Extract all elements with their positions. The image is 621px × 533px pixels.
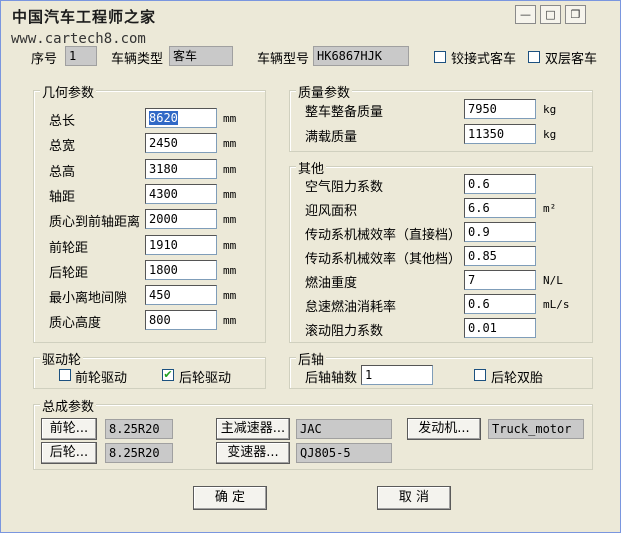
front-drive-label: 前轮驱动 xyxy=(75,371,128,386)
geometry-row-field[interactable]: 8620 xyxy=(145,108,217,128)
articulated-checkbox[interactable] xyxy=(434,51,446,63)
restore-icon[interactable]: ❐ xyxy=(565,5,586,24)
geometry-row-field[interactable]: 2000 xyxy=(145,209,217,230)
geometry-row-unit: mm xyxy=(223,187,237,201)
other-row-label: 传动系机械效率（直接档） xyxy=(305,228,462,243)
geometry-row-unit: mm xyxy=(223,289,237,303)
engine-field[interactable]: Truck_motor xyxy=(488,419,584,439)
assembly-title: 总成参数 xyxy=(40,396,97,415)
geometry-row-unit: mm xyxy=(223,238,237,252)
mass-row-field[interactable]: 7950 xyxy=(464,99,536,119)
mass-row-label: 满载质量 xyxy=(305,130,358,145)
other-row-field[interactable]: 0.85 xyxy=(464,246,536,266)
geometry-row-label: 后轮距 xyxy=(49,265,89,281)
ok-button[interactable]: 确 定 xyxy=(193,486,267,510)
geometry-row-field[interactable]: 1910 xyxy=(145,234,217,255)
final-drive-field[interactable]: JAC xyxy=(296,419,392,439)
model-label: 车辆型号 xyxy=(257,52,310,67)
front-wheel-field[interactable]: 8.25R20 xyxy=(105,419,173,439)
geometry-row-label: 轴距 xyxy=(49,189,76,205)
dual-tire-checkbox[interactable] xyxy=(474,369,486,381)
rear-wheel-button[interactable]: 后轮... xyxy=(41,442,97,464)
selected-text: 8620 xyxy=(149,111,178,125)
cancel-button[interactable]: 取 消 xyxy=(377,486,451,510)
geometry-row-unit: mm xyxy=(223,112,237,125)
other-row-unit: N/L xyxy=(543,274,563,287)
rear-axle-title: 后轴 xyxy=(296,349,327,368)
other-row-label: 空气阻力系数 xyxy=(305,180,384,195)
window-title: 中国汽车工程师之家 xyxy=(12,8,157,26)
articulated-label: 铰接式客车 xyxy=(451,52,517,67)
front-drive-checkbox[interactable] xyxy=(59,369,71,381)
other-row-label: 怠速燃油消耗率 xyxy=(305,300,397,315)
other-row-label: 燃油重度 xyxy=(305,276,358,291)
vehicle-type-field[interactable]: 客车 xyxy=(169,46,233,66)
other-row-field[interactable]: 0.6 xyxy=(464,294,536,314)
geometry-row-field[interactable]: 450 xyxy=(145,285,217,306)
other-row-field[interactable]: 0.6 xyxy=(464,174,536,194)
rear-axle-count-field[interactable]: 1 xyxy=(361,365,433,385)
geometry-row-label: 总宽 xyxy=(49,139,76,155)
vehicle-type-label: 车辆类型 xyxy=(111,52,164,67)
geometry-row-unit: mm xyxy=(223,137,237,151)
minimize-icon[interactable]: — xyxy=(515,5,536,24)
geometry-row-label: 总长 xyxy=(49,114,76,129)
geometry-row-unit: mm xyxy=(223,213,237,227)
geometry-row-field[interactable]: 1800 xyxy=(145,259,217,280)
geometry-row-label: 总高 xyxy=(49,164,76,180)
other-row-unit: m² xyxy=(543,202,557,215)
mass-row-field[interactable]: 11350 xyxy=(464,124,536,144)
other-row-unit: mL/s xyxy=(543,298,570,311)
rear-drive-checkbox[interactable]: ✔ xyxy=(162,369,174,381)
geometry-row-label: 质心到前轴距离 xyxy=(49,215,141,231)
gearbox-field[interactable]: QJ805-5 xyxy=(296,443,392,463)
geometry-row-label: 前轮距 xyxy=(49,240,89,256)
double-deck-label: 双层客车 xyxy=(545,52,598,67)
dialog-window: 中国汽车工程师之家 — □ ❐ www.cartech8.com 序号 1 车辆… xyxy=(0,0,621,533)
geometry-row-field[interactable]: 3180 xyxy=(145,158,217,179)
other-row-field[interactable]: 6.6 xyxy=(464,198,536,218)
model-field[interactable]: HK6867HJK xyxy=(313,46,409,66)
drive-title: 驱动轮 xyxy=(40,349,84,368)
maximize-icon[interactable]: □ xyxy=(540,5,561,24)
gearbox-button[interactable]: 变速器... xyxy=(216,442,290,464)
rear-drive-label: 后轮驱动 xyxy=(179,371,232,386)
geometry-row-unit: mm xyxy=(223,162,237,176)
mass-title: 质量参数 xyxy=(296,82,353,101)
title-bar: 中国汽车工程师之家 — □ ❐ xyxy=(2,2,619,26)
other-row-field[interactable]: 7 xyxy=(464,270,536,290)
other-row-label: 传动系机械效率（其他档） xyxy=(305,252,462,267)
other-row-field[interactable]: 0.9 xyxy=(464,222,536,242)
seq-field[interactable]: 1 xyxy=(65,46,97,66)
other-row-field[interactable]: 0.01 xyxy=(464,318,536,338)
final-drive-button[interactable]: 主减速器... xyxy=(216,418,290,440)
mass-row-unit: kg xyxy=(543,128,557,141)
geometry-title: 几何参数 xyxy=(40,82,97,101)
rear-axle-count-label: 后轴轴数 xyxy=(305,371,358,386)
geometry-row-label: 质心高度 xyxy=(49,316,102,332)
dual-tire-label: 后轮双胎 xyxy=(491,371,544,386)
double-deck-checkbox[interactable] xyxy=(528,51,540,63)
other-title: 其他 xyxy=(296,158,327,177)
other-row-label: 滚动阻力系数 xyxy=(305,324,384,339)
mass-row-label: 整车整备质量 xyxy=(305,105,384,120)
geometry-row-field[interactable]: 800 xyxy=(145,310,217,331)
watermark-text: www.cartech8.com xyxy=(11,31,146,47)
other-row-label: 迎风面积 xyxy=(305,204,358,219)
geometry-row-field[interactable]: 4300 xyxy=(145,183,217,204)
geometry-row-unit: mm xyxy=(223,314,237,328)
engine-button[interactable]: 发动机... xyxy=(407,418,481,440)
front-wheel-button[interactable]: 前轮... xyxy=(41,418,97,440)
rear-wheel-field[interactable]: 8.25R20 xyxy=(105,443,173,463)
mass-row-unit: kg xyxy=(543,103,557,116)
geometry-row-label: 最小离地间隙 xyxy=(49,291,128,307)
seq-label: 序号 xyxy=(31,52,58,67)
geometry-row-unit: mm xyxy=(223,263,237,277)
geometry-row-field[interactable]: 2450 xyxy=(145,133,217,154)
